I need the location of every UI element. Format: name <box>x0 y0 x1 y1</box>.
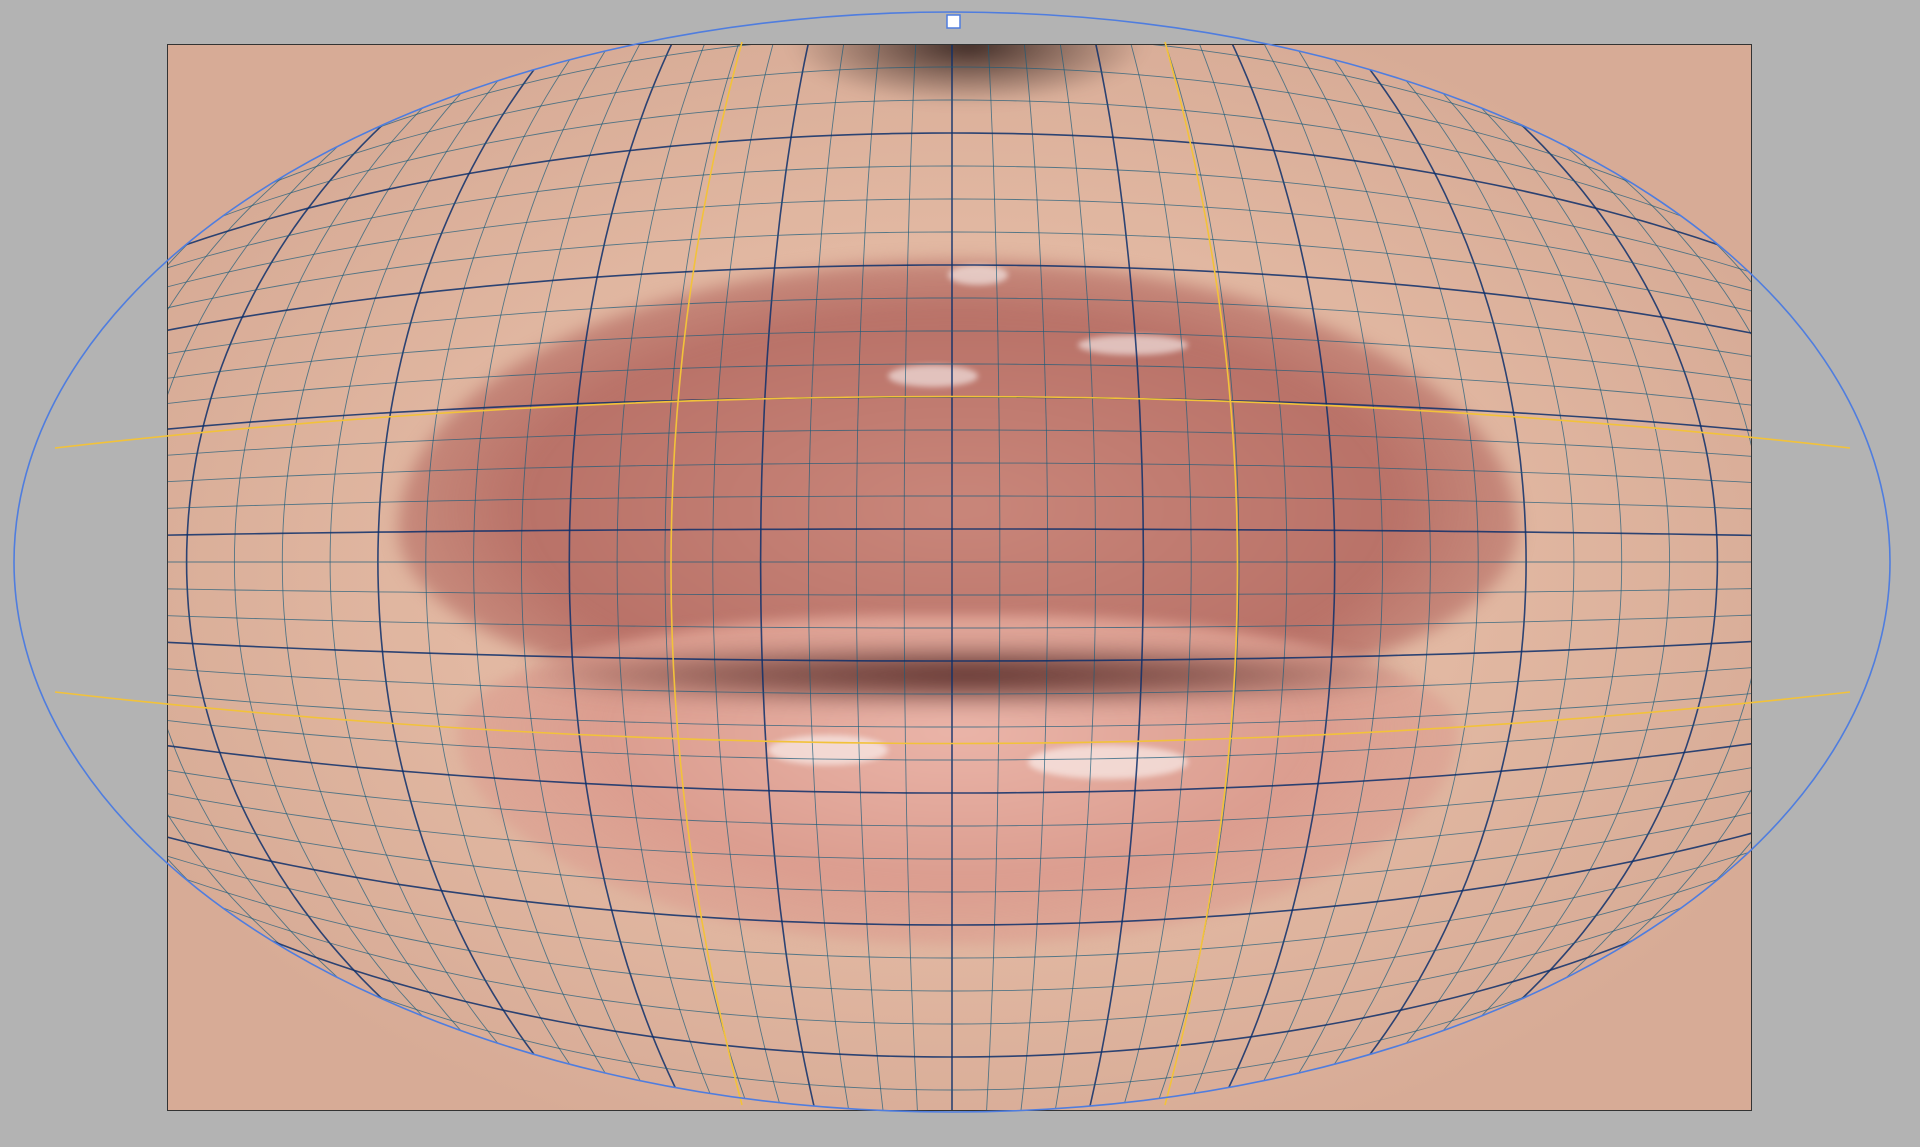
image-gloss-4 <box>1078 335 1188 355</box>
image-mouth-line <box>528 645 1408 705</box>
image-gloss-5 <box>948 265 1008 285</box>
image-nose-shadow <box>788 45 1148 105</box>
document-canvas[interactable] <box>168 45 1751 1110</box>
image-gloss-3 <box>888 365 978 387</box>
image-gloss-1 <box>768 735 888 765</box>
workspace <box>0 0 1920 1147</box>
image-gloss-2 <box>1028 745 1188 779</box>
square-control-handle-icon[interactable] <box>946 14 961 29</box>
